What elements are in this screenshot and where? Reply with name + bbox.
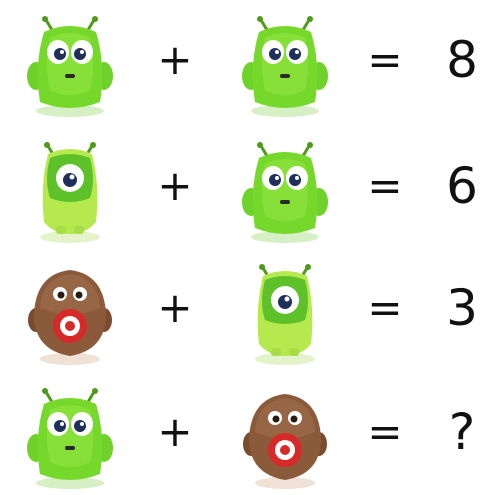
- one-eye-green-monster: [235, 258, 335, 368]
- result-value: 3: [446, 279, 478, 337]
- brown-round-monster: [20, 258, 120, 368]
- unknown-result: ?: [448, 403, 476, 461]
- equals-sign: =: [367, 283, 403, 332]
- equation-row-2: + = 6: [0, 136, 504, 246]
- two-eye-green-monster: [20, 382, 120, 492]
- two-eye-green-monster: [235, 10, 335, 120]
- plus-sign: +: [157, 283, 193, 332]
- equals-sign: =: [367, 35, 403, 84]
- equals-sign: =: [367, 161, 403, 210]
- result-value: 8: [446, 31, 478, 89]
- two-eye-green-monster: [20, 10, 120, 120]
- plus-sign: +: [157, 161, 193, 210]
- equation-row-4: + = ?: [0, 382, 504, 492]
- one-eye-green-monster: [20, 136, 120, 246]
- equals-sign: =: [367, 407, 403, 456]
- plus-sign: +: [157, 35, 193, 84]
- plus-sign: +: [157, 407, 193, 456]
- equation-row-1: + = 8: [0, 10, 504, 120]
- result-value: 6: [446, 157, 478, 215]
- brown-round-monster: [235, 382, 335, 492]
- equation-puzzle: + = 8 + = 6 + = 3 + = ?: [0, 0, 504, 495]
- two-eye-green-monster: [235, 136, 335, 246]
- equation-row-3: + = 3: [0, 258, 504, 368]
